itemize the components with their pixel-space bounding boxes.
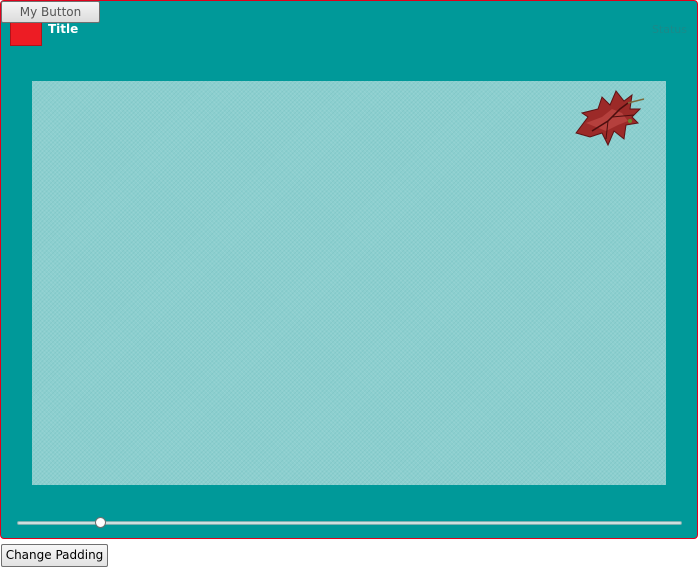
change-padding-button[interactable]: Change Padding xyxy=(1,544,108,567)
content-area xyxy=(32,81,666,485)
status-text: Status xyxy=(651,23,687,36)
slider-track[interactable] xyxy=(17,521,682,525)
slider-thumb[interactable] xyxy=(95,517,107,528)
main-panel: Title Status xyxy=(0,0,698,539)
maple-leaf-icon xyxy=(575,90,645,147)
my-button[interactable]: My Button xyxy=(1,1,100,23)
panel-title: Title xyxy=(48,22,79,36)
